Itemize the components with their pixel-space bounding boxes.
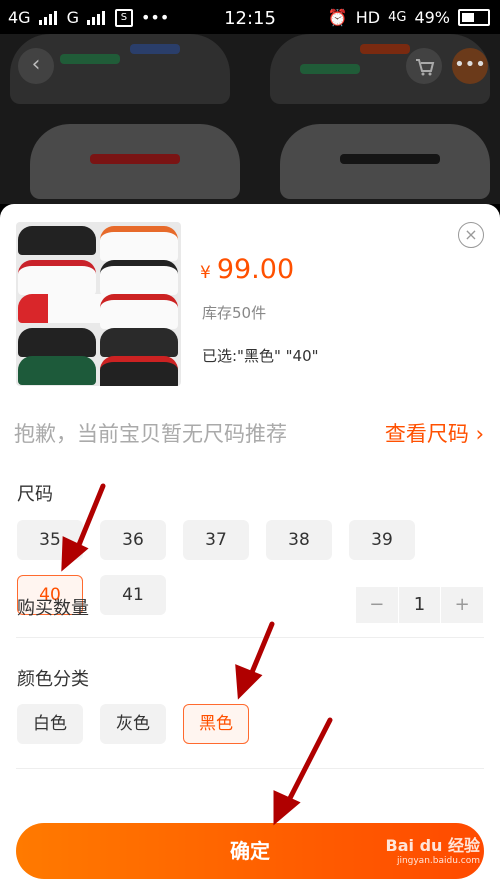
arrow-to-confirm <box>282 717 333 811</box>
arrow-head-color <box>235 664 263 700</box>
watermark-brand: Bai du 经验 <box>385 836 480 855</box>
watermark-url: jingyan.baidu.com <box>396 856 480 866</box>
arrow-head-confirm <box>273 790 301 826</box>
annotation-arrows <box>61 483 333 826</box>
watermark: Bai du 经验 jingyan.baidu.com <box>386 832 480 866</box>
